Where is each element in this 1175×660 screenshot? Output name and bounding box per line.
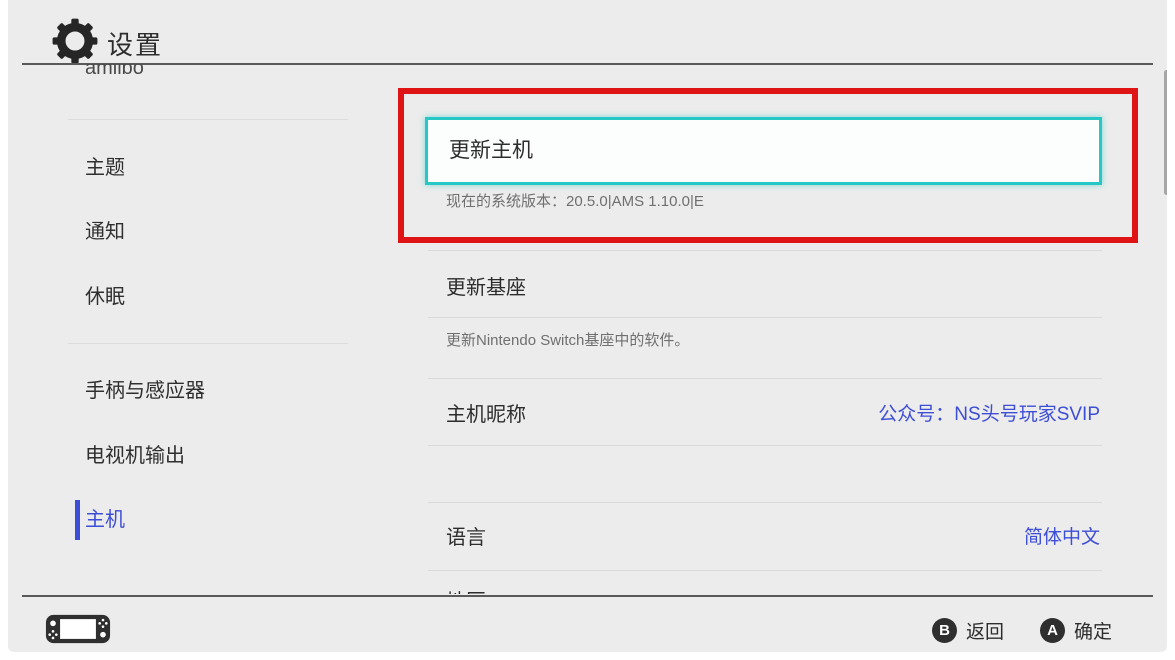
b-button-icon: B	[932, 618, 957, 643]
confirm-button-hint[interactable]: A 确定	[1040, 617, 1112, 644]
sidebar-item-theme[interactable]: 主题	[85, 153, 335, 183]
sidebar-item-tv-output[interactable]: 电视机输出	[85, 441, 335, 471]
sidebar-item-amiibo-clipped[interactable]: amiibo	[85, 64, 285, 81]
region-item-clipped[interactable]: 地区	[446, 584, 646, 594]
page-title: 设置	[107, 25, 163, 62]
row-divider	[428, 502, 1102, 503]
update-console-label: 更新主机	[449, 120, 533, 182]
update-console-item[interactable]: 更新主机	[425, 117, 1102, 185]
language-item[interactable]: 语言	[446, 524, 486, 552]
footer-divider	[22, 595, 1153, 597]
row-divider	[428, 250, 1102, 251]
row-divider	[428, 445, 1102, 446]
language-value: 简体中文	[1024, 524, 1100, 552]
row-divider	[428, 317, 1102, 318]
update-dock-item[interactable]: 更新基座	[446, 274, 526, 302]
row-divider	[428, 570, 1102, 571]
back-button-hint[interactable]: B 返回	[932, 617, 1004, 644]
confirm-label: 确定	[1074, 617, 1112, 644]
settings-screen: 设置 amiibo 主题 通知 休眠 手柄与感应器 电视机输出 主机 更新主机 …	[8, 0, 1167, 652]
sidebar-item-notifications[interactable]: 通知	[85, 217, 335, 247]
switch-handheld-icon	[45, 613, 111, 645]
back-label: 返回	[966, 617, 1004, 644]
sidebar-divider	[68, 119, 348, 120]
sidebar-item-console[interactable]: 主机	[85, 505, 335, 535]
scrollbar[interactable]	[1164, 70, 1167, 195]
system-version-text: 现在的系统版本：20.5.0|AMS 1.10.0|E	[446, 192, 704, 212]
nickname-item[interactable]: 主机昵称	[446, 401, 526, 429]
sidebar-item-sleep[interactable]: 休眠	[85, 282, 335, 312]
sidebar-item-controllers-sensors[interactable]: 手柄与感应器	[85, 376, 335, 406]
gear-icon	[52, 18, 98, 64]
nickname-value: 公众号：NS头号玩家SVIP	[878, 401, 1100, 429]
update-dock-description: 更新Nintendo Switch基座中的软件。	[446, 331, 689, 351]
sidebar-divider	[68, 343, 348, 344]
a-button-icon: A	[1040, 618, 1065, 643]
selected-item-indicator	[75, 500, 80, 540]
row-divider	[428, 378, 1102, 379]
